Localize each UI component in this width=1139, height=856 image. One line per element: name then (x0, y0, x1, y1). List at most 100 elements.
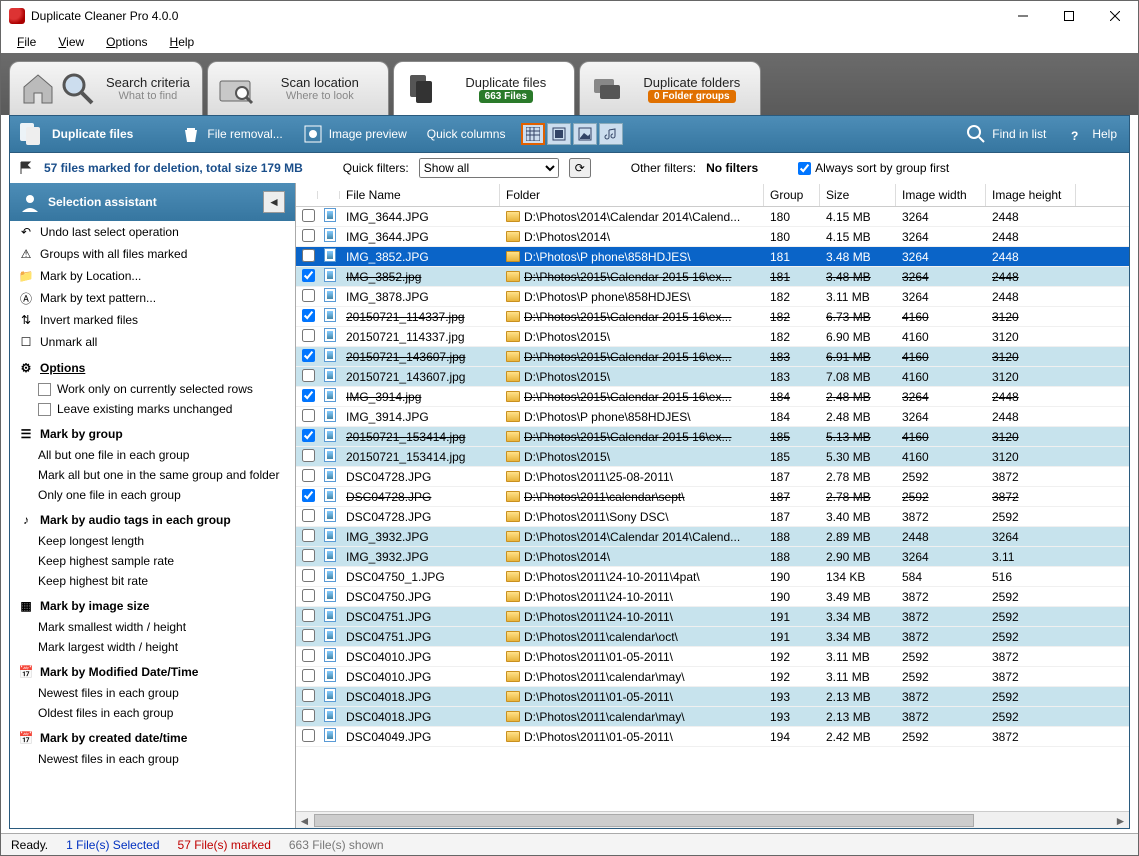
col-image-width[interactable]: Image width (896, 184, 986, 206)
close-button[interactable] (1092, 1, 1138, 31)
row-checkbox[interactable] (302, 569, 315, 582)
sa-item[interactable]: Leave existing marks unchanged (10, 399, 295, 419)
sa-item[interactable]: Mark all but one in the same group and f… (10, 465, 295, 485)
qc-grid-button[interactable] (521, 123, 545, 145)
qc-audio-button[interactable] (599, 123, 623, 145)
refresh-filters-button[interactable]: ⟳ (569, 158, 591, 178)
row-checkbox[interactable] (302, 549, 315, 562)
qc-detail-button[interactable] (547, 123, 571, 145)
tab-scan-location[interactable]: Scan locationWhere to look (207, 61, 389, 115)
table-row[interactable]: DSC04010.JPGD:\Photos\2011\01-05-2011\19… (296, 647, 1129, 667)
qc-image-button[interactable] (573, 123, 597, 145)
file-removal-button[interactable]: File removal... (177, 121, 286, 147)
table-row[interactable]: DSC04018.JPGD:\Photos\2011\calendar\may\… (296, 707, 1129, 727)
row-checkbox[interactable] (302, 729, 315, 742)
table-row[interactable]: IMG_3644.JPGD:\Photos\2014\1804.15 MB326… (296, 227, 1129, 247)
sa-item[interactable]: 📅Mark by Modified Date/Time (10, 661, 295, 683)
sa-item[interactable]: Mark largest width / height (10, 637, 295, 657)
checkbox-icon[interactable] (38, 383, 51, 396)
sa-item[interactable]: Oldest files in each group (10, 703, 295, 723)
row-checkbox[interactable] (302, 529, 315, 542)
sa-item[interactable]: Mark smallest width / height (10, 617, 295, 637)
quick-filters-select[interactable]: Show all (419, 158, 559, 178)
table-row[interactable]: DSC04750_1.JPGD:\Photos\2011\24-10-2011\… (296, 567, 1129, 587)
table-row[interactable]: DSC04049.JPGD:\Photos\2011\01-05-2011\19… (296, 727, 1129, 747)
sa-item[interactable]: Keep highest bit rate (10, 571, 295, 591)
table-row[interactable]: DSC04010.JPGD:\Photos\2011\calendar\may\… (296, 667, 1129, 687)
sa-item[interactable]: Only one file in each group (10, 485, 295, 505)
row-checkbox[interactable] (302, 589, 315, 602)
row-checkbox[interactable] (302, 369, 315, 382)
row-checkbox[interactable] (302, 709, 315, 722)
always-sort-checkbox[interactable]: Always sort by group first (798, 161, 949, 175)
row-checkbox[interactable] (302, 489, 315, 502)
table-row[interactable]: DSC04751.JPGD:\Photos\2011\calendar\oct\… (296, 627, 1129, 647)
sa-item[interactable]: ⚙Options (10, 357, 295, 379)
row-checkbox[interactable] (302, 449, 315, 462)
row-checkbox[interactable] (302, 429, 315, 442)
help-button[interactable]: ? Help (1062, 121, 1121, 147)
sa-item[interactable]: ↶Undo last select operation (10, 221, 295, 243)
sa-item[interactable]: ☰Mark by group (10, 423, 295, 445)
col-image-height[interactable]: Image height (986, 184, 1076, 206)
row-checkbox[interactable] (302, 349, 315, 362)
table-row[interactable]: IMG_3914.JPGD:\Photos\P phone\858HDJES\1… (296, 407, 1129, 427)
menu-file[interactable]: File (7, 33, 46, 51)
row-checkbox[interactable] (302, 629, 315, 642)
sa-item[interactable]: 📅Mark by created date/time (10, 727, 295, 749)
sa-item[interactable]: Newest files in each group (10, 749, 295, 769)
table-row[interactable]: 20150721_114337.jpgD:\Photos\2015\Calend… (296, 307, 1129, 327)
row-checkbox[interactable] (302, 329, 315, 342)
table-body[interactable]: IMG_3644.JPGD:\Photos\2014\Calendar 2014… (296, 207, 1129, 811)
table-row[interactable]: DSC04728.JPGD:\Photos\2011\25-08-2011\18… (296, 467, 1129, 487)
table-row[interactable]: 20150721_153414.jpgD:\Photos\2015\1855.3… (296, 447, 1129, 467)
tab-duplicate-folders[interactable]: Duplicate folders0 Folder groups (579, 61, 761, 115)
table-row[interactable]: 20150721_153414.jpgD:\Photos\2015\Calend… (296, 427, 1129, 447)
sa-item[interactable]: 📁Mark by Location... (10, 265, 295, 287)
tab-duplicate-files[interactable]: Duplicate files663 Files (393, 61, 575, 115)
row-checkbox[interactable] (302, 309, 315, 322)
maximize-button[interactable] (1046, 1, 1092, 31)
sa-item[interactable]: ♪Mark by audio tags in each group (10, 509, 295, 531)
row-checkbox[interactable] (302, 209, 315, 222)
table-row[interactable]: DSC04751.JPGD:\Photos\2011\24-10-2011\19… (296, 607, 1129, 627)
row-checkbox[interactable] (302, 609, 315, 622)
table-row[interactable]: IMG_3914.jpgD:\Photos\2015\Calendar 2015… (296, 387, 1129, 407)
find-in-list-button[interactable]: Find in list (962, 121, 1050, 147)
collapse-sidebar-button[interactable]: ◄ (263, 191, 285, 213)
table-row[interactable]: IMG_3852.jpgD:\Photos\2015\Calendar 2015… (296, 267, 1129, 287)
row-checkbox[interactable] (302, 229, 315, 242)
sa-item[interactable]: Work only on currently selected rows (10, 379, 295, 399)
table-row[interactable]: IMG_3852.JPGD:\Photos\P phone\858HDJES\1… (296, 247, 1129, 267)
horizontal-scrollbar[interactable]: ◄ ► (296, 811, 1129, 828)
minimize-button[interactable] (1000, 1, 1046, 31)
table-row[interactable]: DSC04750.JPGD:\Photos\2011\24-10-2011\19… (296, 587, 1129, 607)
scroll-right-button[interactable]: ► (1112, 812, 1129, 828)
table-row[interactable]: DSC04728.JPGD:\Photos\2011\calendar\sept… (296, 487, 1129, 507)
col-filename[interactable]: File Name (340, 184, 500, 206)
sa-item[interactable]: Keep highest sample rate (10, 551, 295, 571)
table-row[interactable]: 20150721_143607.jpgD:\Photos\2015\Calend… (296, 347, 1129, 367)
table-row[interactable]: DSC04728.JPGD:\Photos\2011\Sony DSC\1873… (296, 507, 1129, 527)
col-size[interactable]: Size (820, 184, 896, 206)
row-checkbox[interactable] (302, 389, 315, 402)
table-row[interactable]: 20150721_143607.jpgD:\Photos\2015\1837.0… (296, 367, 1129, 387)
sa-item[interactable]: All but one file in each group (10, 445, 295, 465)
table-row[interactable]: IMG_3932.JPGD:\Photos\2014\1882.90 MB326… (296, 547, 1129, 567)
sa-item[interactable]: Newest files in each group (10, 683, 295, 703)
col-group[interactable]: Group (764, 184, 820, 206)
table-row[interactable]: IMG_3932.JPGD:\Photos\2014\Calendar 2014… (296, 527, 1129, 547)
scroll-left-button[interactable]: ◄ (296, 812, 313, 828)
table-row[interactable]: DSC04018.JPGD:\Photos\2011\01-05-2011\19… (296, 687, 1129, 707)
row-checkbox[interactable] (302, 509, 315, 522)
row-checkbox[interactable] (302, 689, 315, 702)
table-row[interactable]: 20150721_114337.jpgD:\Photos\2015\1826.9… (296, 327, 1129, 347)
col-folder[interactable]: Folder (500, 184, 764, 206)
tab-search-criteria[interactable]: Search criteriaWhat to find (9, 61, 203, 115)
menu-options[interactable]: Options (96, 33, 157, 51)
row-checkbox[interactable] (302, 469, 315, 482)
row-checkbox[interactable] (302, 269, 315, 282)
scroll-thumb[interactable] (314, 814, 974, 827)
checkbox-icon[interactable] (38, 403, 51, 416)
row-checkbox[interactable] (302, 289, 315, 302)
